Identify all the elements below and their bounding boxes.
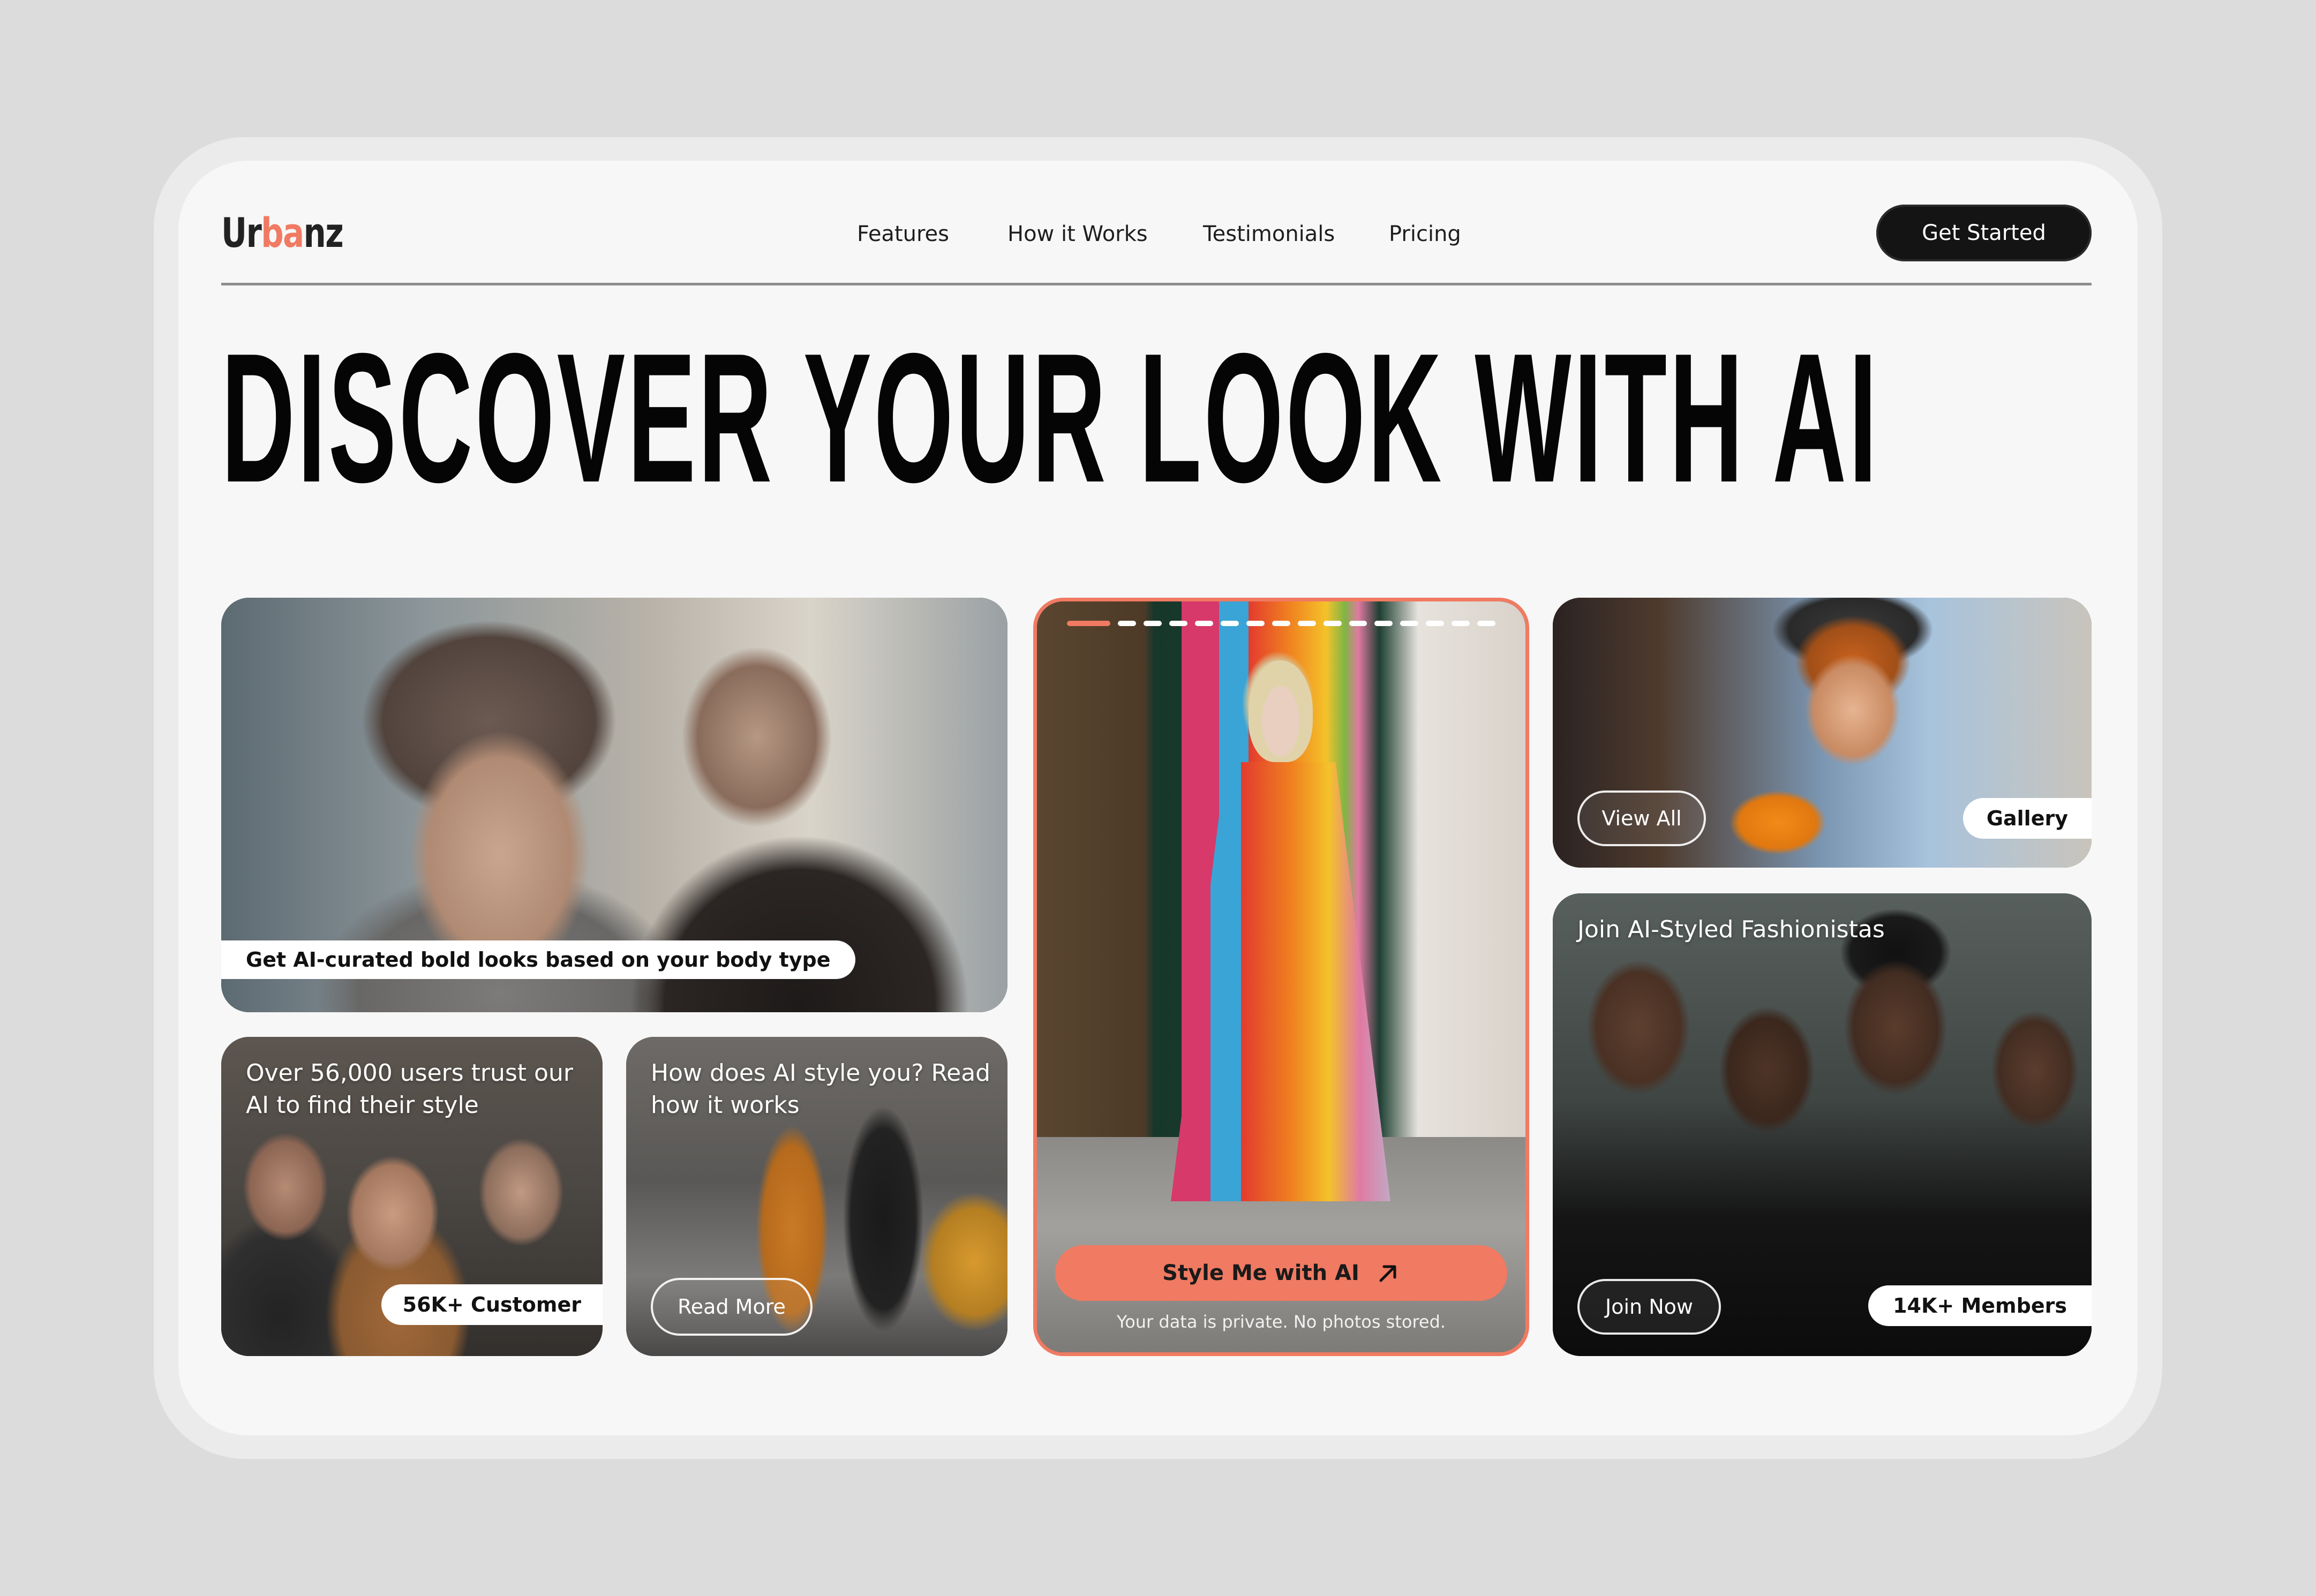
progress-segment xyxy=(1477,621,1495,626)
style-me-button[interactable]: Style Me with AI xyxy=(1055,1245,1507,1301)
nav-testimonials[interactable]: Testimonials xyxy=(1203,222,1335,246)
community-text: Join AI-Styled Fashionistas xyxy=(1577,916,1885,943)
arrow-up-right-icon xyxy=(1377,1261,1400,1285)
users-text: Over 56,000 users trust our AI to find t… xyxy=(246,1059,573,1119)
progress-active xyxy=(1067,621,1111,626)
story-progress xyxy=(1067,621,1495,627)
progress-segment xyxy=(1169,621,1188,626)
hero-headline: DISCOVER YOUR LOOK WITH AI xyxy=(221,315,2092,521)
landing-page: Urbanz Features How it Works Testimonial… xyxy=(178,161,2138,1435)
gallery-badge: Gallery xyxy=(1962,798,2092,839)
members-badge: 14K+ Members xyxy=(1868,1285,2092,1326)
progress-segment xyxy=(1349,621,1367,626)
nav-how-it-works[interactable]: How it Works xyxy=(1007,222,1148,246)
progress-segment xyxy=(1195,621,1213,626)
style-me-label: Style Me with AI xyxy=(1162,1261,1359,1285)
gallery-card[interactable]: View All Gallery xyxy=(1553,598,2092,868)
ai-stylist-card[interactable]: Style Me with AI Your data is private. N… xyxy=(1033,598,1529,1356)
how-text: How does AI style you? Read how it works xyxy=(651,1059,991,1119)
header-divider xyxy=(221,283,2092,285)
feature-caption: Get AI-curated bold looks based on your … xyxy=(221,940,855,979)
progress-segment xyxy=(1144,621,1162,626)
nav-pricing[interactable]: Pricing xyxy=(1389,222,1461,246)
progress-segment xyxy=(1221,621,1239,626)
how-it-works-card[interactable]: How does AI style you? Read how it works… xyxy=(626,1037,1007,1356)
customer-count-badge: 56K+ Customer xyxy=(381,1284,603,1325)
nav-features[interactable]: Features xyxy=(857,222,949,246)
read-more-button[interactable]: Read More xyxy=(651,1278,813,1336)
users-card[interactable]: Over 56,000 users trust our AI to find t… xyxy=(221,1037,603,1356)
progress-segment xyxy=(1452,621,1470,626)
progress-segment xyxy=(1272,621,1290,626)
get-started-button[interactable]: Get Started xyxy=(1876,205,2092,261)
privacy-note: Your data is private. No photos stored. xyxy=(1116,1312,1446,1332)
progress-segment xyxy=(1374,621,1393,626)
view-all-button[interactable]: View All xyxy=(1577,791,1706,846)
model-head xyxy=(1249,660,1313,762)
progress-segment xyxy=(1297,621,1316,626)
main-nav: Features How it Works Testimonials Prici… xyxy=(178,222,2138,254)
join-now-button[interactable]: Join Now xyxy=(1577,1279,1721,1335)
feature-card[interactable]: Get AI-curated bold looks based on your … xyxy=(221,598,1007,1012)
progress-segment xyxy=(1426,621,1445,626)
community-card[interactable]: Join AI-Styled Fashionistas Join Now 14K… xyxy=(1553,893,2092,1356)
hero-headline-text: DISCOVER YOUR LOOK WITH AI xyxy=(221,315,1880,521)
progress-segment xyxy=(1400,621,1419,626)
progress-segment xyxy=(1323,621,1342,626)
progress-segment xyxy=(1246,621,1265,626)
progress-segment xyxy=(1118,621,1137,626)
